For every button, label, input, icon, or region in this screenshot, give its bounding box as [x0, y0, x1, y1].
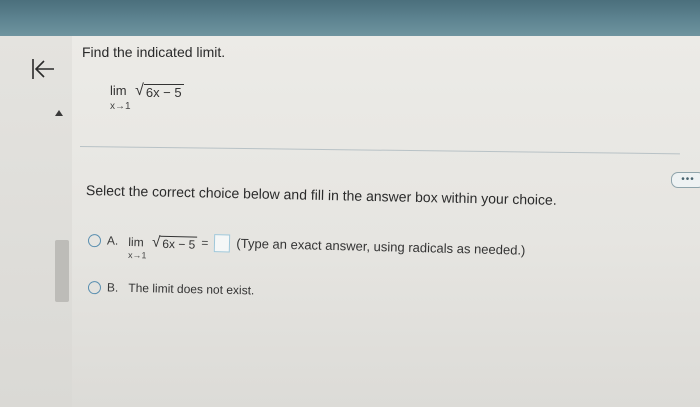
radicand: 6x − 5 [143, 84, 184, 100]
radio-choice-a[interactable] [87, 234, 102, 248]
more-dots-icon: ••• [681, 174, 695, 185]
equals-sign: = [201, 235, 209, 250]
lim-label: lim [128, 234, 144, 250]
back-button[interactable] [26, 52, 60, 86]
question-prompt: Find the indicated limit. [82, 44, 226, 60]
caret-up-icon[interactable] [55, 110, 63, 116]
limit-subscript: x→1 [110, 101, 131, 112]
more-options-button[interactable]: ••• [671, 172, 700, 188]
choice-a-letter: A. [106, 233, 119, 248]
answer-input[interactable] [214, 234, 231, 253]
choice-b-letter: B. [106, 280, 119, 295]
choice-a-limit: lim √ 6x − 5 x→1 [128, 233, 198, 260]
question-page [0, 36, 700, 407]
scrollbar-handle[interactable] [55, 240, 69, 302]
lim-label: lim [110, 83, 127, 98]
radicand: 6x − 5 [160, 235, 198, 253]
left-panel [0, 36, 72, 407]
browser-top-bar [0, 0, 700, 36]
limit-subscript: x→1 [127, 249, 147, 261]
radio-choice-b[interactable] [87, 281, 102, 295]
back-to-start-icon [32, 59, 54, 79]
limit-expression: lim √ 6x − 5 x→1 [110, 82, 184, 112]
radical: √ 6x − 5 [135, 82, 184, 100]
radical: √ 6x − 5 [152, 234, 198, 253]
radical-symbol: √ [135, 82, 144, 99]
choice-b-text: The limit does not exist. [128, 280, 255, 298]
